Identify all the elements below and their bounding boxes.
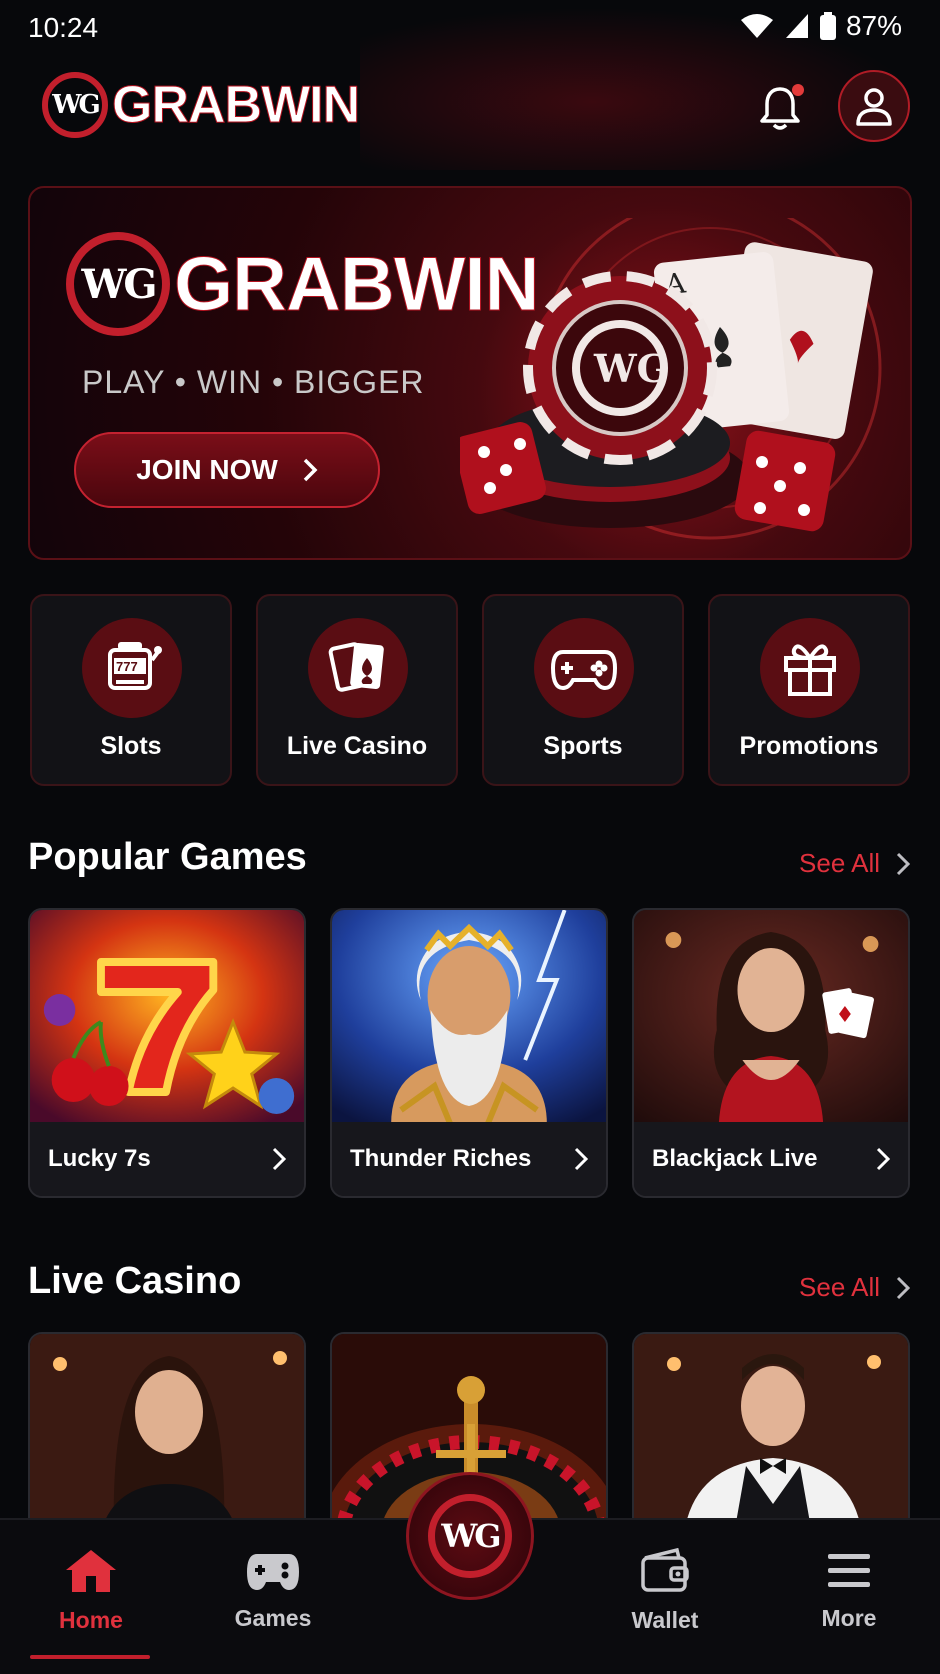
category-sports[interactable]: Sports <box>482 594 684 786</box>
join-now-button[interactable]: JOIN NOW <box>74 432 380 508</box>
profile-button[interactable] <box>838 70 910 142</box>
menu-icon <box>828 1554 870 1587</box>
chevron-right-icon <box>876 1147 890 1171</box>
nav-games[interactable]: Games <box>208 1548 338 1632</box>
nav-label: Wallet <box>631 1607 699 1633</box>
category-live-casino-badge <box>308 618 408 718</box>
game-card-lucky-7s[interactable]: Lucky 7s <box>28 908 306 1198</box>
category-label: Live Casino <box>286 732 428 760</box>
category-slots-badge: 777 <box>82 618 182 718</box>
lucky-7s-artwork <box>30 910 304 1124</box>
promo-banner[interactable]: WG GRABWIN PLAY • WIN • BIGGER JOIN NOW … <box>28 186 912 560</box>
blackjack-dealer-artwork <box>634 910 908 1124</box>
live-dealer-artwork <box>634 1334 908 1532</box>
home-icon <box>66 1550 116 1592</box>
category-slots[interactable]: 777 Slots <box>30 594 232 786</box>
banner-logo-emblem: WG <box>66 232 170 336</box>
slot-machine-icon: 777 <box>108 642 162 690</box>
see-all-label: See All <box>799 848 880 878</box>
app-header: WG GRABWIN <box>0 60 940 170</box>
nav-label: More <box>821 1605 877 1631</box>
battery-level: 87% <box>845 10 902 41</box>
brand-logo[interactable]: WG GRABWIN <box>42 72 361 138</box>
see-all-label: See All <box>799 1272 880 1302</box>
game-title: Blackjack Live <box>652 1145 818 1172</box>
live-casino-title: Live Casino <box>28 1260 242 1302</box>
chevron-right-icon <box>303 458 318 482</box>
wifi-icon <box>740 14 773 38</box>
battery-icon <box>819 12 836 40</box>
category-sports-badge <box>534 618 634 718</box>
category-label: Promotions <box>739 732 879 760</box>
active-tab-indicator <box>30 1655 150 1659</box>
game-card-thunder-riches[interactable]: Thunder Riches <box>330 908 608 1198</box>
user-icon <box>856 88 892 126</box>
category-promotions-badge <box>760 618 860 718</box>
chevron-right-icon <box>896 852 910 875</box>
nav-label: Games <box>234 1605 312 1631</box>
center-logo-emblem: WG <box>428 1494 512 1578</box>
category-label: Slots <box>100 732 162 760</box>
join-now-label: JOIN NOW <box>136 454 278 485</box>
wallet-icon <box>641 1547 689 1592</box>
game-title: Lucky 7s <box>48 1145 151 1172</box>
notifications-button[interactable] <box>754 82 806 134</box>
notification-badge <box>792 84 804 96</box>
svg-text:WG: WG <box>593 346 669 391</box>
live-card-dealer-black-dress[interactable] <box>28 1332 306 1532</box>
nav-more[interactable]: More <box>784 1548 914 1632</box>
chevron-right-icon <box>896 1276 910 1299</box>
casino-chips-illustration: A A WG <box>460 218 882 540</box>
status-icons: 87% <box>740 10 902 42</box>
center-logo-button[interactable]: WG <box>406 1472 534 1600</box>
gamepad-icon <box>550 650 618 691</box>
nav-wallet[interactable]: Wallet <box>600 1547 730 1634</box>
game-card-footer: Thunder Riches <box>332 1122 606 1196</box>
live-card-dealer-bowtie[interactable] <box>632 1332 910 1532</box>
gift-icon <box>784 644 836 696</box>
thunder-riches-artwork <box>332 910 606 1124</box>
banner-tagline: PLAY • WIN • BIGGER <box>82 364 425 400</box>
live-casino-see-all[interactable]: See All <box>799 1272 910 1303</box>
nav-home[interactable]: Home <box>26 1548 156 1634</box>
chevron-right-icon <box>272 1147 286 1171</box>
brand-name: GRABWIN <box>111 76 360 135</box>
playing-cards-icon <box>328 642 384 692</box>
popular-games-see-all[interactable]: See All <box>799 848 910 879</box>
category-promotions[interactable]: Promotions <box>708 594 910 786</box>
category-label: Sports <box>543 732 623 760</box>
game-title: Thunder Riches <box>350 1145 532 1172</box>
popular-games-title: Popular Games <box>28 836 307 878</box>
game-card-blackjack-live[interactable]: Blackjack Live <box>632 908 910 1198</box>
status-bar: 10:24 87% <box>0 0 940 56</box>
status-time: 10:24 <box>28 12 99 43</box>
svg-text:777: 777 <box>116 659 138 674</box>
live-dealer-artwork <box>30 1334 304 1532</box>
chevron-right-icon <box>574 1147 588 1171</box>
game-card-footer: Lucky 7s <box>30 1122 304 1196</box>
signal-icon <box>785 14 808 38</box>
gamepad-icon <box>247 1554 299 1590</box>
logo-emblem: WG <box>42 72 108 138</box>
nav-label: Home <box>59 1607 123 1633</box>
dice-right <box>734 430 836 532</box>
game-card-footer: Blackjack Live <box>634 1122 908 1196</box>
category-live-casino[interactable]: Live Casino <box>256 594 458 786</box>
